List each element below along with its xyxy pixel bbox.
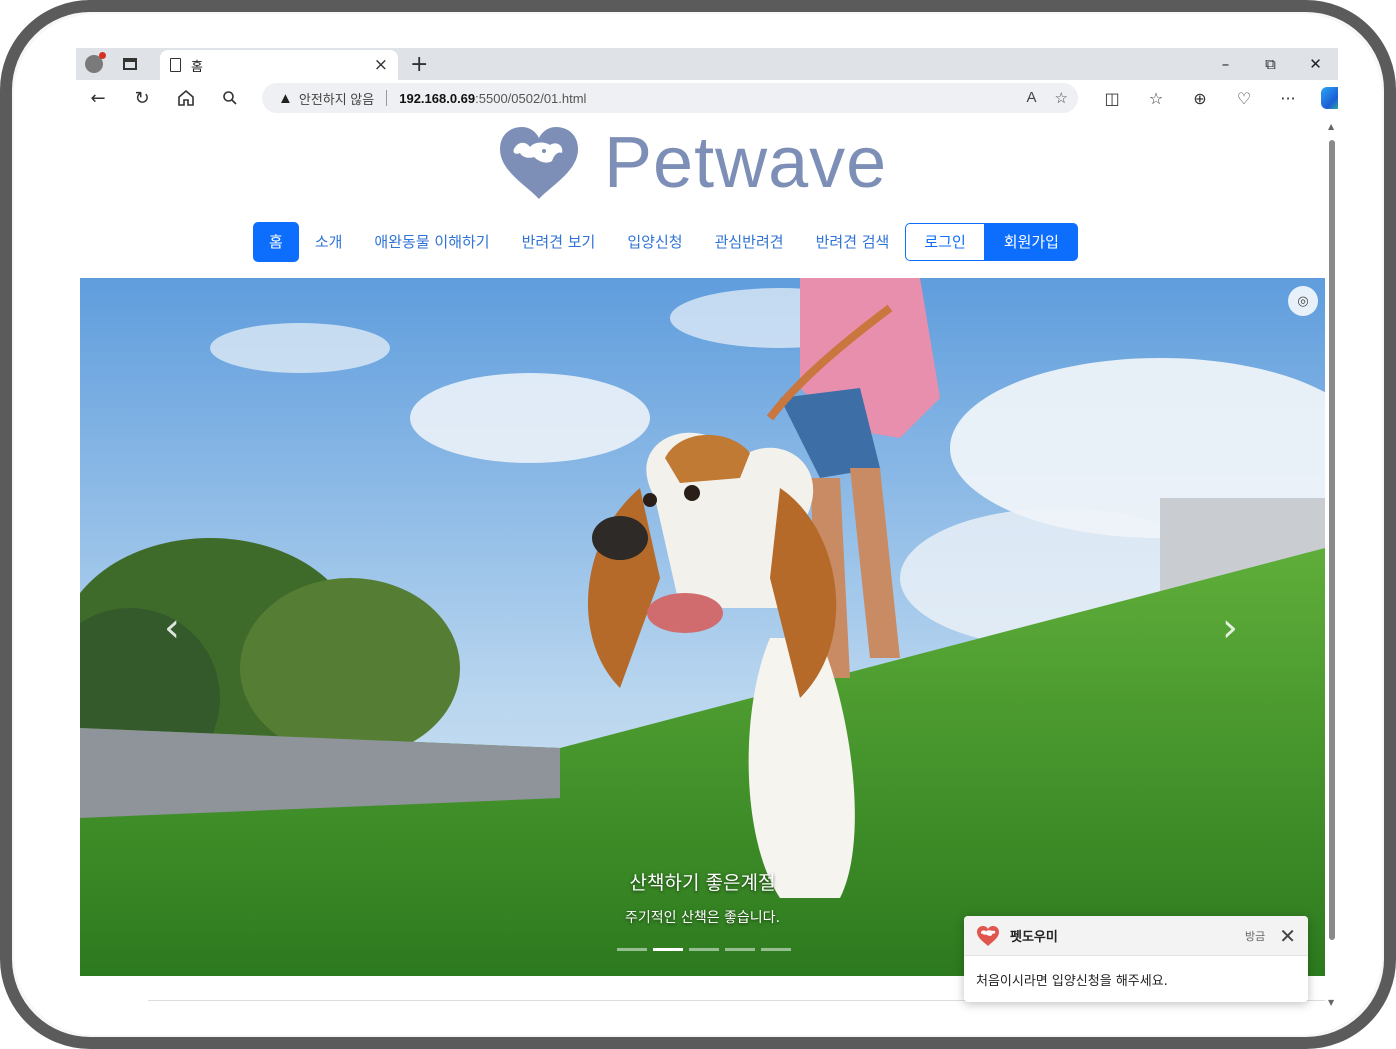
- toast-title: 펫도우미: [1010, 930, 1058, 945]
- carousel-indicator-4[interactable]: [725, 948, 755, 951]
- carousel-indicators: [617, 948, 791, 951]
- back-arrow-icon: ←: [90, 87, 106, 109]
- collections-icon[interactable]: ⊕: [1178, 80, 1222, 116]
- refresh-button[interactable]: ↻: [120, 80, 164, 116]
- brand-name: Petwave: [604, 123, 888, 203]
- notification-toast: 펫도우미 방금 ✕ 처음이시라면 입양신청을 해주세요.: [964, 916, 1308, 1002]
- heart-dog-logo-icon: [977, 925, 999, 946]
- active-tab[interactable]: 홈 ×: [160, 50, 398, 80]
- favorite-star-icon[interactable]: ☆: [1055, 89, 1068, 107]
- nav-dog-search[interactable]: 반려견 검색: [800, 222, 906, 262]
- tab-actions-button[interactable]: [112, 48, 148, 80]
- carousel-indicator-2[interactable]: [653, 948, 683, 951]
- tab-title: 홈: [191, 59, 203, 75]
- search-button[interactable]: [208, 80, 252, 116]
- home-icon: [178, 89, 194, 106]
- toast-time: 방금: [1244, 929, 1266, 943]
- nav-understand-pets[interactable]: 애완동물 이해하기: [358, 222, 505, 262]
- carousel-prev-button[interactable]: ‹: [164, 608, 180, 648]
- page-scrollbar[interactable]: ▲ ▼: [1326, 116, 1338, 1018]
- site-logo[interactable]: Petwave: [496, 122, 887, 204]
- profile-icon: [85, 52, 106, 73]
- split-screen-icon[interactable]: ◫: [1090, 80, 1134, 116]
- nav-home[interactable]: 홈: [253, 222, 299, 262]
- hero-carousel: ◎ ‹ › 산책하기 좋은계절 주기적인 산책은 좋습니다.: [80, 278, 1325, 976]
- security-label[interactable]: 안전하지 않음: [299, 89, 374, 108]
- home-button[interactable]: [164, 80, 208, 116]
- favorites-icon[interactable]: ☆: [1134, 80, 1178, 116]
- copilot-icon: [1321, 87, 1338, 109]
- page-icon: [170, 58, 181, 72]
- carousel-indicator-5[interactable]: [761, 948, 791, 951]
- browser-window: 홈 × + – ⧉ ✕ ← ↻ ▲ 안전하지 않음 192.168.0.69 :…: [76, 48, 1338, 1018]
- tab-actions-icon: [123, 58, 137, 70]
- address-bar[interactable]: ▲ 안전하지 않음 192.168.0.69 :5500/0502/01.htm…: [262, 83, 1078, 113]
- back-button[interactable]: ←: [76, 80, 120, 116]
- url-host: 192.168.0.69: [399, 90, 476, 106]
- read-aloud-icon[interactable]: A: [1027, 89, 1037, 107]
- scrollbar-thumb[interactable]: [1329, 140, 1335, 940]
- copilot-button[interactable]: [1310, 80, 1338, 116]
- visual-search-button[interactable]: ◎: [1288, 286, 1318, 316]
- caption-title: 산책하기 좋은계절: [629, 872, 776, 894]
- toast-close-icon[interactable]: ✕: [1279, 926, 1296, 946]
- minimize-button[interactable]: –: [1203, 48, 1248, 80]
- browser-essentials-icon[interactable]: ♡: [1222, 80, 1266, 116]
- login-button[interactable]: 로그인: [905, 223, 985, 261]
- more-menu-icon[interactable]: ···: [1266, 80, 1310, 116]
- carousel-next-button[interactable]: ›: [1222, 608, 1238, 648]
- visual-search-icon: ◎: [1297, 293, 1309, 309]
- auth-buttons: 로그인 회원가입: [905, 223, 1078, 261]
- tab-close-icon[interactable]: ×: [374, 55, 388, 75]
- carousel-indicator-1[interactable]: [617, 948, 647, 951]
- restore-button[interactable]: ⧉: [1248, 48, 1293, 80]
- scroll-down-arrow-icon[interactable]: ▼: [1328, 998, 1334, 1007]
- nav-about[interactable]: 소개: [299, 222, 359, 262]
- scroll-up-arrow-icon[interactable]: ▲: [1328, 122, 1334, 131]
- main-menu: 홈 소개 애완동물 이해하기 반려견 보기 입양신청 관심반려견 반려견 검색 …: [253, 222, 1078, 262]
- nav-adoption[interactable]: 입양신청: [611, 222, 698, 262]
- nav-favorite-dogs[interactable]: 관심반려견: [699, 222, 800, 262]
- refresh-icon: ↻: [134, 87, 150, 109]
- window-controls: – ⧉ ✕: [1203, 48, 1338, 80]
- nav-view-dogs[interactable]: 반려견 보기: [506, 222, 612, 262]
- warning-icon[interactable]: ▲: [278, 90, 293, 107]
- signup-button[interactable]: 회원가입: [984, 223, 1078, 261]
- heart-dog-logo-icon: [500, 127, 578, 199]
- tab-strip: 홈 × + – ⧉ ✕: [76, 48, 1338, 80]
- url-path: :5500/0502/01.html: [475, 90, 587, 106]
- browser-toolbar: ◫ ☆ ⊕ ♡ ···: [1090, 80, 1338, 116]
- toast-header: 펫도우미 방금 ✕: [964, 916, 1308, 956]
- profile-button[interactable]: [76, 48, 112, 80]
- address-actions: A ☆: [1027, 89, 1068, 107]
- new-tab-button[interactable]: +: [410, 52, 428, 77]
- web-page: Petwave 홈 소개 애완동물 이해하기 반려견 보기 입양신청 관심반려견…: [80, 116, 1325, 1018]
- close-window-button[interactable]: ✕: [1293, 48, 1338, 80]
- navigation-bar: ← ↻ ▲ 안전하지 않음 192.168.0.69 :5500/0502/01…: [76, 80, 1338, 116]
- address-separator: [386, 90, 388, 106]
- toast-message: 처음이시라면 입양신청을 해주세요.: [976, 974, 1168, 989]
- carousel-indicator-3[interactable]: [689, 948, 719, 951]
- search-icon: [223, 91, 237, 105]
